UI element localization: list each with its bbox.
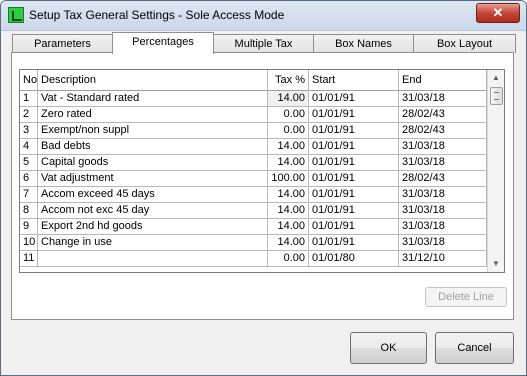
title-bar[interactable]: Setup Tax General Settings - Sole Access… (1, 1, 526, 31)
cell-no: 2 (20, 107, 38, 123)
cell-end[interactable]: 28/02/43 (399, 107, 487, 123)
table-row[interactable]: 8 Accom not exc 45 day 14.00 01/01/91 31… (20, 203, 487, 219)
cell-description[interactable]: Accom exceed 45 days (38, 187, 268, 203)
cell-description[interactable]: Vat adjustment (38, 171, 268, 187)
cell-tax[interactable]: 14.00 (268, 187, 309, 203)
column-header-description[interactable]: Description (38, 70, 268, 91)
cell-tax[interactable]: 14.00 (268, 155, 309, 171)
percentages-panel: No Description Tax % Start End 1 Vat - S… (11, 52, 514, 320)
table-row[interactable]: 4 Bad debts 14.00 01/01/91 31/03/18 (20, 139, 487, 155)
scroll-down-icon[interactable]: ▼ (488, 256, 504, 272)
dialog-client: Parameters Percentages Multiple Tax Box … (9, 31, 518, 367)
table-row[interactable]: 1 Vat - Standard rated 14.00 01/01/91 31… (20, 91, 487, 107)
dialog-window: Setup Tax General Settings - Sole Access… (0, 0, 527, 376)
cell-end[interactable]: 28/02/43 (399, 123, 487, 139)
table-row[interactable]: 5 Capital goods 14.00 01/01/91 31/03/18 (20, 155, 487, 171)
scroll-thumb[interactable] (490, 87, 503, 105)
cell-start[interactable]: 01/01/91 (309, 107, 399, 123)
cell-description[interactable]: Export 2nd hd goods (38, 219, 268, 235)
table-row[interactable]: 7 Accom exceed 45 days 14.00 01/01/91 31… (20, 187, 487, 203)
cell-no: 7 (20, 187, 38, 203)
cell-start[interactable]: 01/01/91 (309, 155, 399, 171)
cell-end[interactable]: 31/03/18 (399, 219, 487, 235)
cell-tax[interactable]: 14.00 (268, 139, 309, 155)
cell-end[interactable]: 31/03/18 (399, 91, 487, 107)
cell-description[interactable]: Zero rated (38, 107, 268, 123)
scroll-up-icon[interactable]: ▲ (488, 70, 504, 86)
cell-description[interactable]: Exempt/non suppl (38, 123, 268, 139)
cell-no: 3 (20, 123, 38, 139)
delete-line-button[interactable]: Delete Line (425, 287, 507, 307)
cell-no: 5 (20, 155, 38, 171)
table-row[interactable]: 3 Exempt/non suppl 0.00 01/01/91 28/02/4… (20, 123, 487, 139)
cell-start[interactable]: 01/01/91 (309, 187, 399, 203)
tab-box-names[interactable]: Box Names (313, 34, 414, 53)
cell-tax[interactable]: 14.00 (268, 235, 309, 251)
cell-start[interactable]: 01/01/91 (309, 219, 399, 235)
cell-start[interactable]: 01/01/91 (309, 139, 399, 155)
cell-tax[interactable]: 100.00 (268, 171, 309, 187)
cell-end[interactable]: 31/12/10 (399, 251, 487, 267)
cancel-button[interactable]: Cancel (435, 332, 514, 364)
cell-end[interactable]: 31/03/18 (399, 155, 487, 171)
window-title: Setup Tax General Settings - Sole Access… (29, 8, 285, 22)
cell-no: 10 (20, 235, 38, 251)
grid-header: No Description Tax % Start End (20, 70, 487, 91)
cell-start[interactable]: 01/01/91 (309, 235, 399, 251)
cell-end[interactable]: 31/03/18 (399, 203, 487, 219)
cell-start[interactable]: 01/01/91 (309, 203, 399, 219)
column-header-start[interactable]: Start (309, 70, 399, 91)
column-header-tax[interactable]: Tax % (268, 70, 309, 91)
cell-end[interactable]: 31/03/18 (399, 187, 487, 203)
cell-tax[interactable]: 14.00 (268, 219, 309, 235)
column-header-no[interactable]: No (20, 70, 38, 91)
cell-no: 8 (20, 203, 38, 219)
cell-tax[interactable]: 0.00 (268, 107, 309, 123)
tab-box-layout[interactable]: Box Layout (413, 34, 516, 53)
tab-strip: Parameters Percentages Multiple Tax Box … (12, 32, 516, 54)
cell-description[interactable]: Accom not exc 45 day (38, 203, 268, 219)
cell-start[interactable]: 01/01/91 (309, 91, 399, 107)
close-button[interactable]: ✕ (476, 3, 520, 23)
app-icon (8, 7, 24, 23)
tab-multiple-tax[interactable]: Multiple Tax (213, 34, 314, 53)
table-row[interactable]: 10 Change in use 14.00 01/01/91 31/03/18 (20, 235, 487, 251)
tab-parameters[interactable]: Parameters (12, 34, 113, 53)
cell-description[interactable]: Change in use (38, 235, 268, 251)
cell-end[interactable]: 31/03/18 (399, 139, 487, 155)
cell-no: 9 (20, 219, 38, 235)
ok-button[interactable]: OK (350, 332, 427, 364)
grid-vertical-scrollbar[interactable]: ▲ ▼ (487, 70, 504, 272)
table-row[interactable]: 2 Zero rated 0.00 01/01/91 28/02/43 (20, 107, 487, 123)
cell-end[interactable]: 28/02/43 (399, 171, 487, 187)
cell-tax[interactable]: 14.00 (268, 91, 309, 107)
table-row[interactable]: 11 0.00 01/01/80 31/12/10 (20, 251, 487, 267)
tab-percentages[interactable]: Percentages (112, 32, 214, 54)
cell-tax[interactable]: 0.00 (268, 123, 309, 139)
cell-description[interactable]: Bad debts (38, 139, 268, 155)
cell-end[interactable]: 31/03/18 (399, 235, 487, 251)
table-row[interactable]: 6 Vat adjustment 100.00 01/01/91 28/02/4… (20, 171, 487, 187)
cell-tax[interactable]: 0.00 (268, 251, 309, 267)
cell-description[interactable]: Capital goods (38, 155, 268, 171)
tax-rates-grid[interactable]: No Description Tax % Start End 1 Vat - S… (19, 69, 505, 273)
cell-start[interactable]: 01/01/91 (309, 123, 399, 139)
cell-description[interactable] (38, 251, 268, 267)
cell-start[interactable]: 01/01/80 (309, 251, 399, 267)
cell-no: 11 (20, 251, 38, 267)
column-header-end[interactable]: End (399, 70, 487, 91)
cell-description[interactable]: Vat - Standard rated (38, 91, 268, 107)
cell-no: 6 (20, 171, 38, 187)
cell-tax[interactable]: 14.00 (268, 203, 309, 219)
table-row[interactable]: 9 Export 2nd hd goods 14.00 01/01/91 31/… (20, 219, 487, 235)
cell-no: 1 (20, 91, 38, 107)
cell-start[interactable]: 01/01/91 (309, 171, 399, 187)
cell-no: 4 (20, 139, 38, 155)
